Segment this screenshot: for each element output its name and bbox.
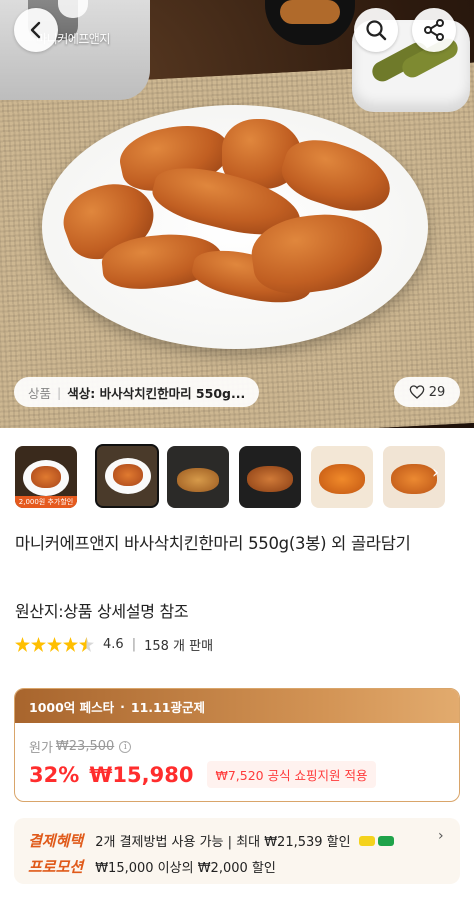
search-button[interactable]: [354, 8, 398, 52]
share-button[interactable]: [412, 8, 456, 52]
thumbnail-selected[interactable]: [95, 444, 159, 508]
star-icon: [31, 637, 46, 652]
thumbnail[interactable]: [311, 446, 373, 508]
support-badge: ₩7,520 공식 쇼핑지원 적용: [207, 761, 376, 788]
star-icon: [63, 637, 78, 652]
benefit-box[interactable]: 결제혜택 2개 결제방법 사용 가능 | 최대 ₩21,539 할인 › 프로모…: [14, 818, 460, 884]
promotion-tag: 프로모션: [28, 858, 84, 876]
star-half-icon: [79, 637, 94, 652]
promotion-row: 프로모션 ₩15,000 이상의 ₩2,000 할인: [28, 856, 276, 877]
rating-value: 4.6: [103, 637, 124, 652]
rating-row[interactable]: 4.6 | 158 개 판매: [15, 635, 213, 654]
thumbnail-strip: 2,000원 추가할인 ›: [0, 442, 474, 510]
chicken-plate: [42, 105, 428, 349]
discount-rate: 32%: [29, 762, 80, 787]
category-label: 상품: [28, 385, 52, 401]
payment-method-icons: [358, 835, 397, 846]
option-label: 색상: 바사삭치킨한마리 550g...: [67, 385, 246, 401]
search-icon: [366, 20, 387, 41]
original-price-row: 원가 ₩23,500 i: [29, 737, 132, 756]
star-icon: [47, 637, 62, 652]
promotion-text: ₩15,000 이상의 ₩2,000 할인: [95, 861, 276, 876]
thumbnail[interactable]: 2,000원 추가할인: [15, 446, 77, 508]
heart-icon: [409, 385, 425, 399]
original-price: ₩23,500: [55, 739, 115, 754]
payment-tag: 결제혜택: [28, 832, 84, 850]
card-icon: [358, 835, 375, 846]
chevron-right-icon[interactable]: ›: [438, 828, 444, 844]
option-chip[interactable]: 상품 | 색상: 바사삭치킨한마리 550g...: [14, 377, 260, 407]
like-count: 29: [428, 384, 446, 400]
promo-banner[interactable]: 1000억 페스타 · 11.11광군제: [15, 689, 459, 723]
payment-benefit-row: 결제혜택 2개 결제방법 사용 가능 | 최대 ₩21,539 할인: [28, 830, 397, 851]
chevron-right-icon[interactable]: ›: [432, 462, 439, 483]
price-row: 32% ₩15,980 ₩7,520 공식 쇼핑지원 적용: [29, 761, 376, 788]
like-button[interactable]: 29: [394, 377, 460, 407]
thumbnail[interactable]: [167, 446, 229, 508]
thumbnail[interactable]: [239, 446, 301, 508]
card-icon: [377, 835, 394, 846]
back-button[interactable]: [14, 8, 58, 52]
star-rating: [15, 637, 95, 652]
chevron-left-icon: [30, 21, 41, 39]
product-hero-image[interactable]: 마니커에프앤지 상품 | 색상: 바사삭치킨한마리 550g... 29: [0, 0, 474, 428]
final-price: ₩15,980: [89, 762, 194, 787]
product-origin: 원산지:상품 상세설명 참조: [15, 602, 189, 621]
info-icon[interactable]: i: [119, 740, 132, 753]
sold-count: 158 개 판매: [144, 639, 214, 654]
share-icon: [424, 19, 444, 41]
price-box: 1000억 페스타 · 11.11광군제 원가 ₩23,500 i 32% ₩1…: [14, 688, 460, 802]
payment-benefit-text: 2개 결제방법 사용 가능 | 최대 ₩21,539 할인: [95, 835, 351, 850]
star-icon: [15, 637, 30, 652]
product-title: 마니커에프앤지 바사삭치킨한마리 550g(3봉) 외 골라담기: [15, 534, 411, 553]
